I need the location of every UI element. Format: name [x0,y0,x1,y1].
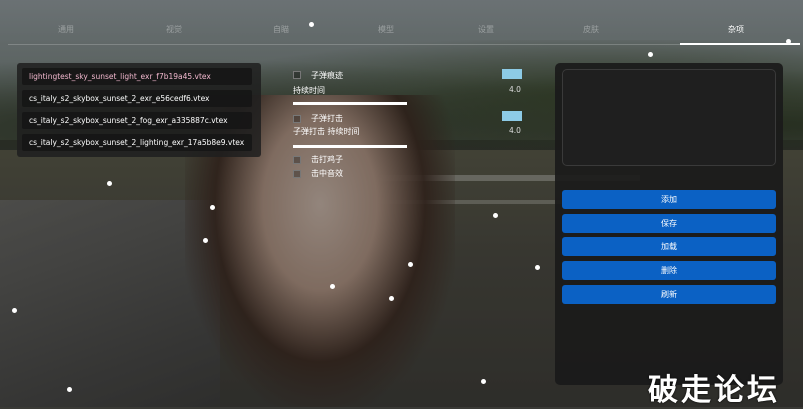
snow-particle [107,181,112,186]
add-button[interactable]: 添加 [562,190,776,209]
config-preview-box [562,69,776,166]
hit-sound-label: 击中音效 [311,169,343,178]
snow-particle [12,308,17,313]
snow-particle [389,296,394,301]
bullet-hit-label: 子弹打击 [311,114,343,123]
snow-particle [493,213,498,218]
snow-particle [408,262,413,267]
file-item[interactable]: cs_italy_s2_skybox_sunset_2_fog_exr_a335… [22,112,252,129]
tab-bar: 通用 视觉 自瞄 模型 设置 皮肤 杂项 [8,18,800,45]
hit-sound-checkbox[interactable] [293,170,301,178]
delete-button[interactable]: 删除 [562,261,776,280]
hit-chicken-checkbox[interactable] [293,156,301,164]
bullet-trail-checkbox[interactable] [293,71,301,79]
snow-particle [67,387,72,392]
duration-value: 4.0 [509,85,521,94]
snow-particle [535,265,540,270]
hit-duration-slider[interactable] [293,145,407,148]
tab-visual[interactable]: 视觉 [166,24,182,35]
bullet-trail-label: 子弹痕迹 [311,71,343,80]
hit-chicken-label: 击打鸡子 [311,155,343,164]
watermark: 破走论坛 [648,373,780,408]
file-item[interactable]: lightingtest_sky_sunset_light_exr_f7b19a… [22,68,252,85]
hit-duration-label: 子弹打击 持续时间 [293,127,360,136]
tab-misc[interactable]: 杂项 [728,24,744,35]
skybox-file-list: lightingtest_sky_sunset_light_exr_f7b19a… [17,63,261,157]
duration-label: 持续时间 [293,86,325,95]
save-button[interactable]: 保存 [562,214,776,233]
bullet-hit-checkbox[interactable] [293,115,301,123]
file-item[interactable]: cs_italy_s2_skybox_sunset_2_exr_e56cedf6… [22,90,252,107]
tab-divider [8,44,796,45]
snow-particle [203,238,208,243]
bullet-hit-color-swatch[interactable] [502,111,522,121]
tab-skin[interactable]: 皮肤 [583,24,599,35]
duration-slider[interactable] [293,102,407,105]
tab-settings[interactable]: 设置 [478,24,494,35]
tab-model[interactable]: 模型 [378,24,394,35]
tab-aim[interactable]: 自瞄 [273,24,289,35]
snow-particle [481,379,486,384]
refresh-button[interactable]: 刷新 [562,285,776,304]
snow-particle [330,284,335,289]
file-item[interactable]: cs_italy_s2_skybox_sunset_2_lighting_exr… [22,134,252,151]
snow-particle [648,52,653,57]
hit-duration-value: 4.0 [509,126,521,135]
bullet-trail-color-swatch[interactable] [502,69,522,79]
active-tab-indicator [680,43,800,45]
config-panel: 添加 保存 加载 删除 刷新 [555,63,783,385]
load-button[interactable]: 加载 [562,237,776,256]
snow-particle [210,205,215,210]
tab-general[interactable]: 通用 [58,24,74,35]
